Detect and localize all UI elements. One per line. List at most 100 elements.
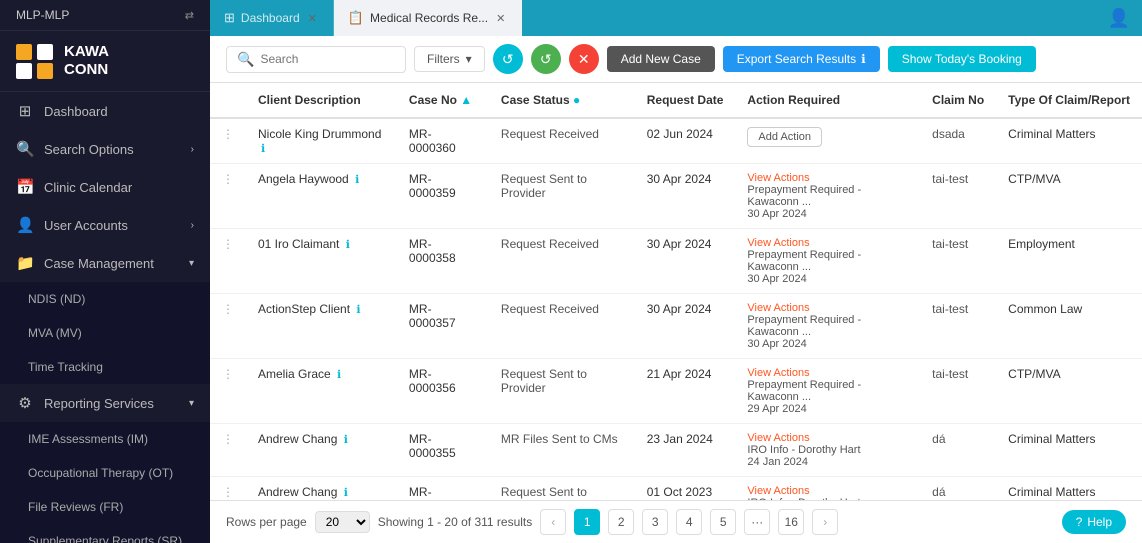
col-status: Case Status ● — [489, 83, 635, 118]
action-detail: Prepayment Required - Kawaconn ... — [747, 249, 908, 273]
app-title-bar: MLP-MLP ⇄ — [0, 0, 210, 31]
claim-no: tai-test — [920, 359, 996, 424]
page-prev-button[interactable]: ‹ — [540, 509, 566, 535]
claim-type: Employment — [996, 229, 1142, 294]
tab-bar: ⊞ Dashboard ✕ 📋 Medical Records Re... ✕ … — [210, 0, 1142, 36]
tab-dashboard[interactable]: ⊞ Dashboard ✕ — [210, 0, 334, 36]
logo-area: KAWACONN — [0, 31, 210, 92]
claim-no: tai-test — [920, 164, 996, 229]
action-view-link[interactable]: View Actions — [747, 172, 908, 184]
action-view-link[interactable]: View Actions — [747, 432, 908, 444]
collapse-icon[interactable]: ⇄ — [185, 9, 194, 22]
export-button[interactable]: Export Search Results ℹ — [723, 46, 880, 72]
client-info-icon[interactable]: ℹ — [344, 487, 348, 499]
request-date: 30 Apr 2024 — [635, 164, 736, 229]
client-info-icon[interactable]: ℹ — [346, 239, 350, 251]
request-date: 30 Apr 2024 — [635, 294, 736, 359]
row-menu-dots[interactable]: ⋮ — [210, 118, 246, 164]
toolbar: 🔍 Filters ▾ ↺ ↺ ✕ Add New Case Export Se… — [210, 36, 1142, 83]
client-info-icon[interactable]: ℹ — [261, 143, 265, 155]
search-box[interactable]: 🔍 — [226, 46, 406, 73]
action-required-cell: Add Action — [735, 118, 920, 164]
add-action-button[interactable]: Add Action — [747, 127, 822, 147]
refresh-button-2[interactable]: ↺ — [531, 44, 561, 74]
ndis-label: NDIS (ND) — [28, 292, 85, 306]
records-table-container: Client Description Case No ▲ Case Status… — [210, 83, 1142, 500]
page-3-button[interactable]: 3 — [642, 509, 668, 535]
action-required-cell: View Actions Prepayment Required - Kawac… — [735, 164, 920, 229]
action-view-link[interactable]: View Actions — [747, 485, 908, 497]
search-input[interactable] — [260, 52, 395, 66]
tab-medical-records[interactable]: 📋 Medical Records Re... ✕ — [334, 0, 522, 36]
tab-medical-records-close[interactable]: ✕ — [494, 11, 507, 26]
sidebar-item-user-accounts[interactable]: 👤 User Accounts › — [0, 206, 210, 244]
page-next-button[interactable]: › — [812, 509, 838, 535]
refresh-button-1[interactable]: ↺ — [493, 44, 523, 74]
sidebar-item-ot[interactable]: Occupational Therapy (OT) — [0, 456, 210, 490]
claim-type: CTP/MVA — [996, 164, 1142, 229]
sidebar-item-supplementary[interactable]: Supplementary Reports (SR) — [0, 524, 210, 543]
claim-type: CTP/MVA — [996, 359, 1142, 424]
page-5-button[interactable]: 5 — [710, 509, 736, 535]
page-2-button[interactable]: 2 — [608, 509, 634, 535]
action-date: 29 Apr 2024 — [747, 403, 908, 415]
add-new-case-button[interactable]: Add New Case — [607, 46, 715, 72]
show-booking-button[interactable]: Show Today's Booking — [888, 46, 1036, 72]
sidebar-item-clinic-calendar[interactable]: 📅 Clinic Calendar — [0, 168, 210, 206]
row-menu-dots[interactable]: ⋮ — [210, 294, 246, 359]
rows-per-page-select[interactable]: 20 50 100 — [315, 511, 370, 533]
sidebar-item-label: Clinic Calendar — [44, 180, 132, 195]
row-menu-dots[interactable]: ⋮ — [210, 359, 246, 424]
filter-button[interactable]: Filters ▾ — [414, 46, 485, 72]
action-view-link[interactable]: View Actions — [747, 302, 908, 314]
sidebar-item-file-reviews[interactable]: File Reviews (FR) — [0, 490, 210, 524]
client-name: ActionStep Client — [258, 302, 350, 316]
sidebar-item-time-tracking[interactable]: Time Tracking — [0, 350, 210, 384]
search-icon: 🔍 — [237, 51, 254, 68]
sidebar-item-ndis[interactable]: NDIS (ND) — [0, 282, 210, 316]
help-button[interactable]: ? Help — [1062, 510, 1126, 534]
sidebar-item-ime[interactable]: IME Assessments (IM) — [0, 422, 210, 456]
client-name: 01 Iro Claimant — [258, 237, 339, 251]
row-menu-dots[interactable]: ⋮ — [210, 424, 246, 477]
request-date: 30 Apr 2024 — [635, 229, 736, 294]
sidebar-item-search-options[interactable]: 🔍 Search Options › — [0, 130, 210, 168]
action-view-link[interactable]: View Actions — [747, 367, 908, 379]
col-claim-no: Claim No — [920, 83, 996, 118]
client-info-icon[interactable]: ℹ — [337, 369, 341, 381]
action-required-cell: View Actions Prepayment Required - Kawac… — [735, 294, 920, 359]
arrow-icon: › — [191, 144, 194, 155]
sidebar-item-mva[interactable]: MVA (MV) — [0, 316, 210, 350]
action-detail: Prepayment Required - Kawaconn ... — [747, 184, 908, 208]
row-menu-dots[interactable]: ⋮ — [210, 477, 246, 501]
table-row: ⋮ Nicole King Drummond ℹ MR-0000360 Requ… — [210, 118, 1142, 164]
table-row: ⋮ 01 Iro Claimant ℹ MR-0000358 Request R… — [210, 229, 1142, 294]
supplementary-label: Supplementary Reports (SR) — [28, 534, 182, 543]
sidebar-item-dashboard[interactable]: ⊞ Dashboard — [0, 92, 210, 130]
request-date: 23 Jan 2024 — [635, 424, 736, 477]
client-info-icon[interactable]: ℹ — [355, 174, 359, 186]
help-label: Help — [1087, 515, 1112, 529]
row-menu-dots[interactable]: ⋮ — [210, 164, 246, 229]
col-claim-type: Type Of Claim/Report — [996, 83, 1142, 118]
user-accounts-icon: 👤 — [16, 216, 34, 234]
tab-dashboard-close[interactable]: ✕ — [306, 11, 319, 26]
client-info-icon[interactable]: ℹ — [344, 434, 348, 446]
user-avatar-icon[interactable]: 👤 — [1096, 8, 1142, 29]
action-detail: IRO Info - Dorothy Hart — [747, 444, 908, 456]
case-no: MR-0000356 — [397, 359, 489, 424]
claim-type: Criminal Matters — [996, 477, 1142, 501]
action-view-link[interactable]: View Actions — [747, 237, 908, 249]
sidebar-item-case-management[interactable]: 📁 Case Management ▾ — [0, 244, 210, 282]
page-16-button[interactable]: 16 — [778, 509, 804, 535]
page-4-button[interactable]: 4 — [676, 509, 702, 535]
dashboard-tab-icon: ⊞ — [224, 10, 235, 26]
row-menu-dots[interactable]: ⋮ — [210, 229, 246, 294]
file-reviews-label: File Reviews (FR) — [28, 500, 123, 514]
sidebar-item-label: Search Options — [44, 142, 134, 157]
client-info-icon[interactable]: ℹ — [356, 304, 360, 316]
client-name: Amelia Grace — [258, 367, 331, 381]
page-1-button[interactable]: 1 — [574, 509, 600, 535]
sidebar-item-reporting-services[interactable]: ⚙ Reporting Services ▾ — [0, 384, 210, 422]
clear-button[interactable]: ✕ — [569, 44, 599, 74]
